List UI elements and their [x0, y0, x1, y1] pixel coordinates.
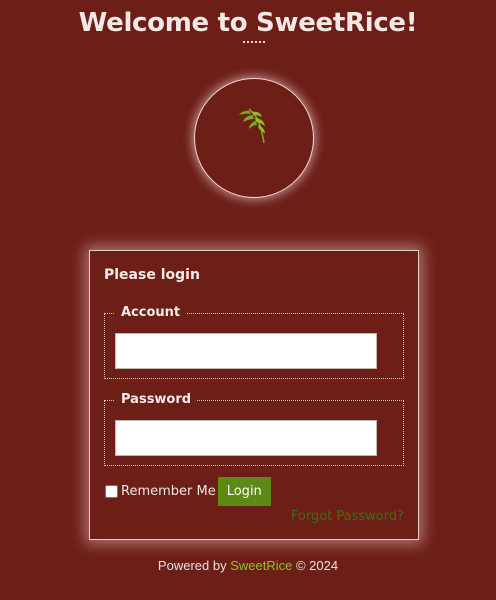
login-heading: Please login: [104, 267, 200, 283]
forgot-password-link[interactable]: Forgot Password?: [291, 509, 404, 524]
account-legend: Account: [115, 305, 187, 321]
password-fieldset: Password: [104, 392, 404, 466]
account-fieldset: Account: [104, 305, 404, 379]
title-underline: [243, 41, 265, 43]
password-legend: Password: [115, 392, 198, 408]
login-button[interactable]: Login: [217, 476, 271, 506]
footer-prefix: Powered by: [157, 558, 231, 573]
page-title: Welcome to SweetRice!: [78, 8, 418, 38]
logo: [194, 78, 314, 198]
login-panel: Please login Account Password Remember M…: [89, 250, 419, 540]
remember-row: Remember Me Login: [104, 476, 271, 506]
password-input[interactable]: [115, 420, 377, 456]
account-input[interactable]: [115, 333, 377, 369]
footer-suffix: © 2024: [292, 558, 339, 573]
remember-me-checkbox[interactable]: [105, 484, 118, 498]
rice-stalk-icon: [239, 108, 265, 144]
footer-sweetrice-link[interactable]: SweetRice: [230, 558, 292, 573]
footer: Powered by SweetRice © 2024: [0, 558, 496, 573]
remember-me-label[interactable]: Remember Me: [121, 484, 216, 499]
